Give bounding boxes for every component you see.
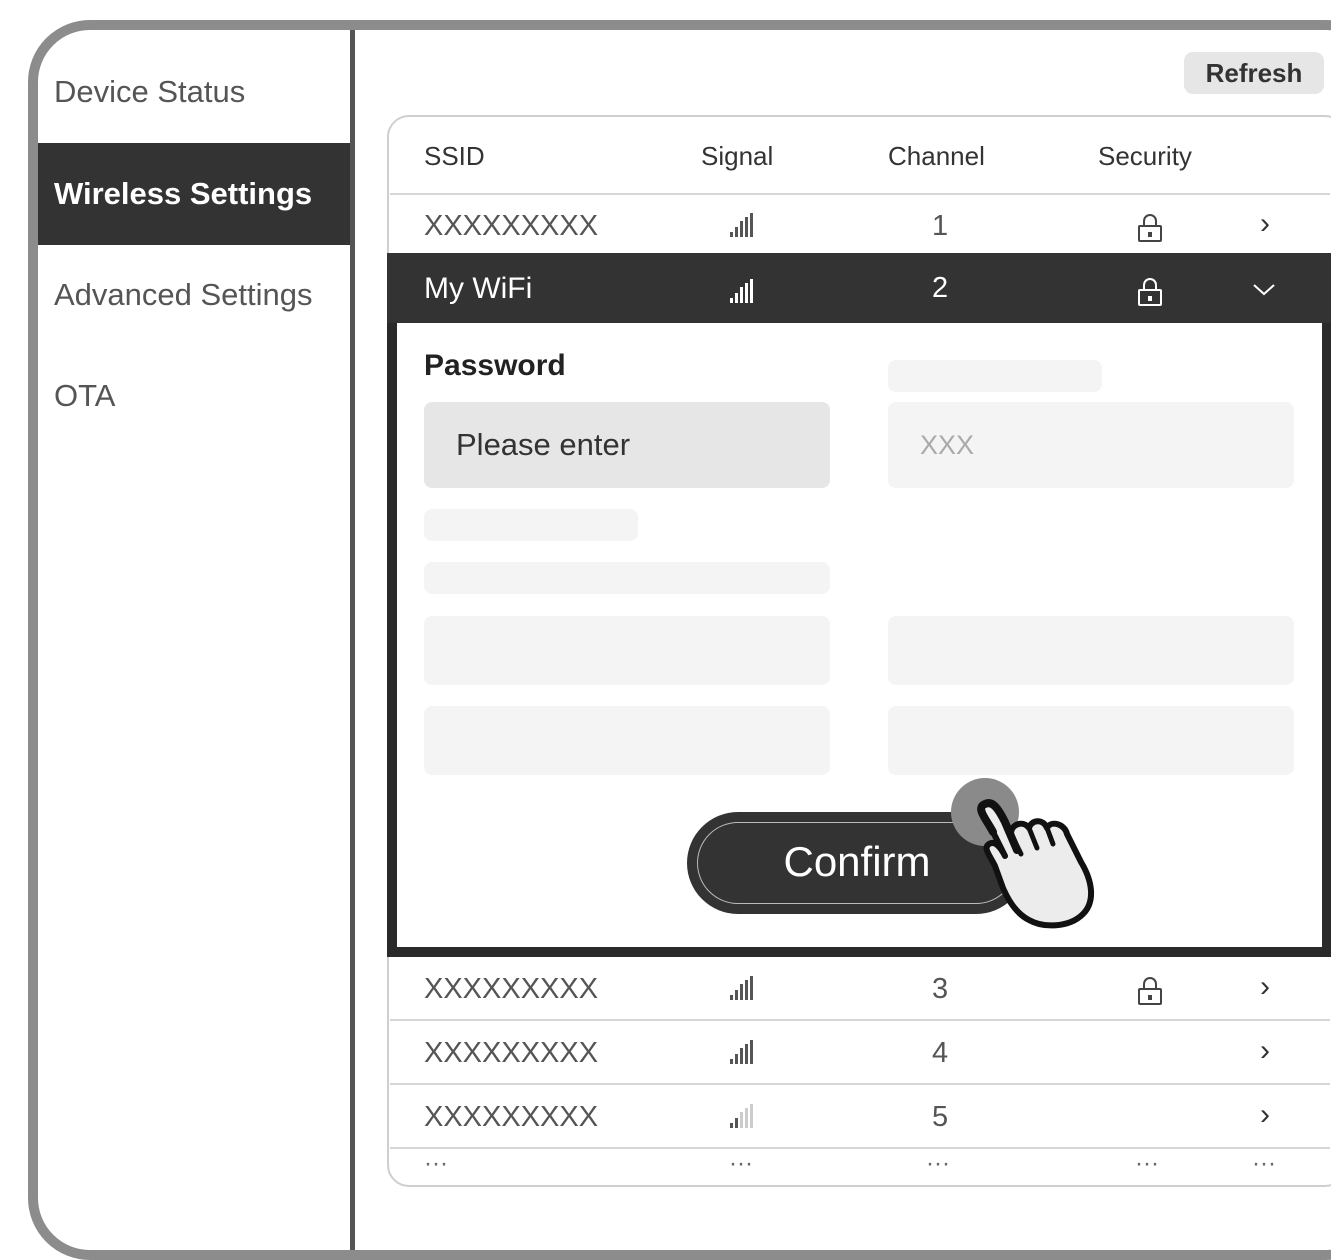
more-marker: ··· <box>1135 1150 1159 1177</box>
table-row-expanded[interactable]: My WiFi 2 <box>387 253 1331 323</box>
sidebar-item-wireless-settings[interactable]: Wireless Settings <box>38 143 350 245</box>
sidebar-item-advanced-settings[interactable]: Advanced Settings <box>38 244 350 346</box>
second-field-input[interactable] <box>888 402 1294 488</box>
chevron-right-icon[interactable]: › <box>1260 1034 1270 1068</box>
ssid-cell: XXXXXXXXX <box>424 1037 599 1069</box>
sidebar: Device Status Wireless Settings Advanced… <box>38 30 355 1250</box>
password-input[interactable] <box>424 402 830 488</box>
column-header-signal: Signal <box>701 141 774 171</box>
more-marker: ··· <box>1252 1150 1276 1177</box>
chevron-down-icon[interactable] <box>1252 283 1276 297</box>
sidebar-item-label: Wireless Settings <box>54 176 313 211</box>
ssid-cell: XXXXXXXXX <box>424 1101 599 1133</box>
hand-pointer-icon <box>951 778 1094 929</box>
ssid-cell: XXXXXXXXX <box>424 973 599 1005</box>
header-divider <box>390 193 1330 195</box>
channel-cell: 4 <box>932 1037 949 1069</box>
placeholder-field[interactable] <box>424 706 830 775</box>
row-divider <box>390 1083 1330 1085</box>
sidebar-item-label: OTA <box>54 378 116 413</box>
placeholder-label-bar <box>888 360 1102 392</box>
column-header-security: Security <box>1098 141 1192 171</box>
channel-cell: 2 <box>932 272 949 304</box>
sidebar-item-label: Advanced Settings <box>54 277 313 312</box>
row-divider <box>390 1147 1330 1149</box>
chevron-right-icon[interactable]: › <box>1260 207 1270 241</box>
column-header-ssid: SSID <box>424 141 485 171</box>
lock-icon <box>1138 977 1162 1005</box>
placeholder-field[interactable] <box>888 706 1294 775</box>
lock-icon <box>1138 278 1162 306</box>
channel-cell: 5 <box>932 1101 949 1133</box>
placeholder-field[interactable] <box>424 616 830 685</box>
channel-cell: 1 <box>932 210 949 242</box>
placeholder-bar <box>424 562 830 594</box>
row-divider <box>390 1019 1330 1021</box>
chevron-right-icon[interactable]: › <box>1260 970 1270 1004</box>
placeholder-label-bar <box>424 509 638 541</box>
more-marker: ··· <box>424 1150 448 1177</box>
sidebar-item-label: Device Status <box>54 74 246 109</box>
sidebar-item-ota[interactable]: OTA <box>38 345 350 447</box>
password-label: Password <box>424 349 566 382</box>
more-marker: ··· <box>729 1150 753 1177</box>
ssid-cell: XXXXXXXXX <box>424 210 599 242</box>
lock-icon <box>1138 214 1162 242</box>
sidebar-item-device-status[interactable]: Device Status <box>38 41 350 143</box>
refresh-button[interactable]: Refresh <box>1184 52 1324 94</box>
ssid-cell: My WiFi <box>424 272 533 305</box>
channel-cell: 3 <box>932 973 949 1005</box>
more-marker: ··· <box>926 1150 950 1177</box>
column-header-channel: Channel <box>888 141 985 171</box>
chevron-right-icon[interactable]: › <box>1260 1098 1270 1132</box>
placeholder-field[interactable] <box>888 616 1294 685</box>
